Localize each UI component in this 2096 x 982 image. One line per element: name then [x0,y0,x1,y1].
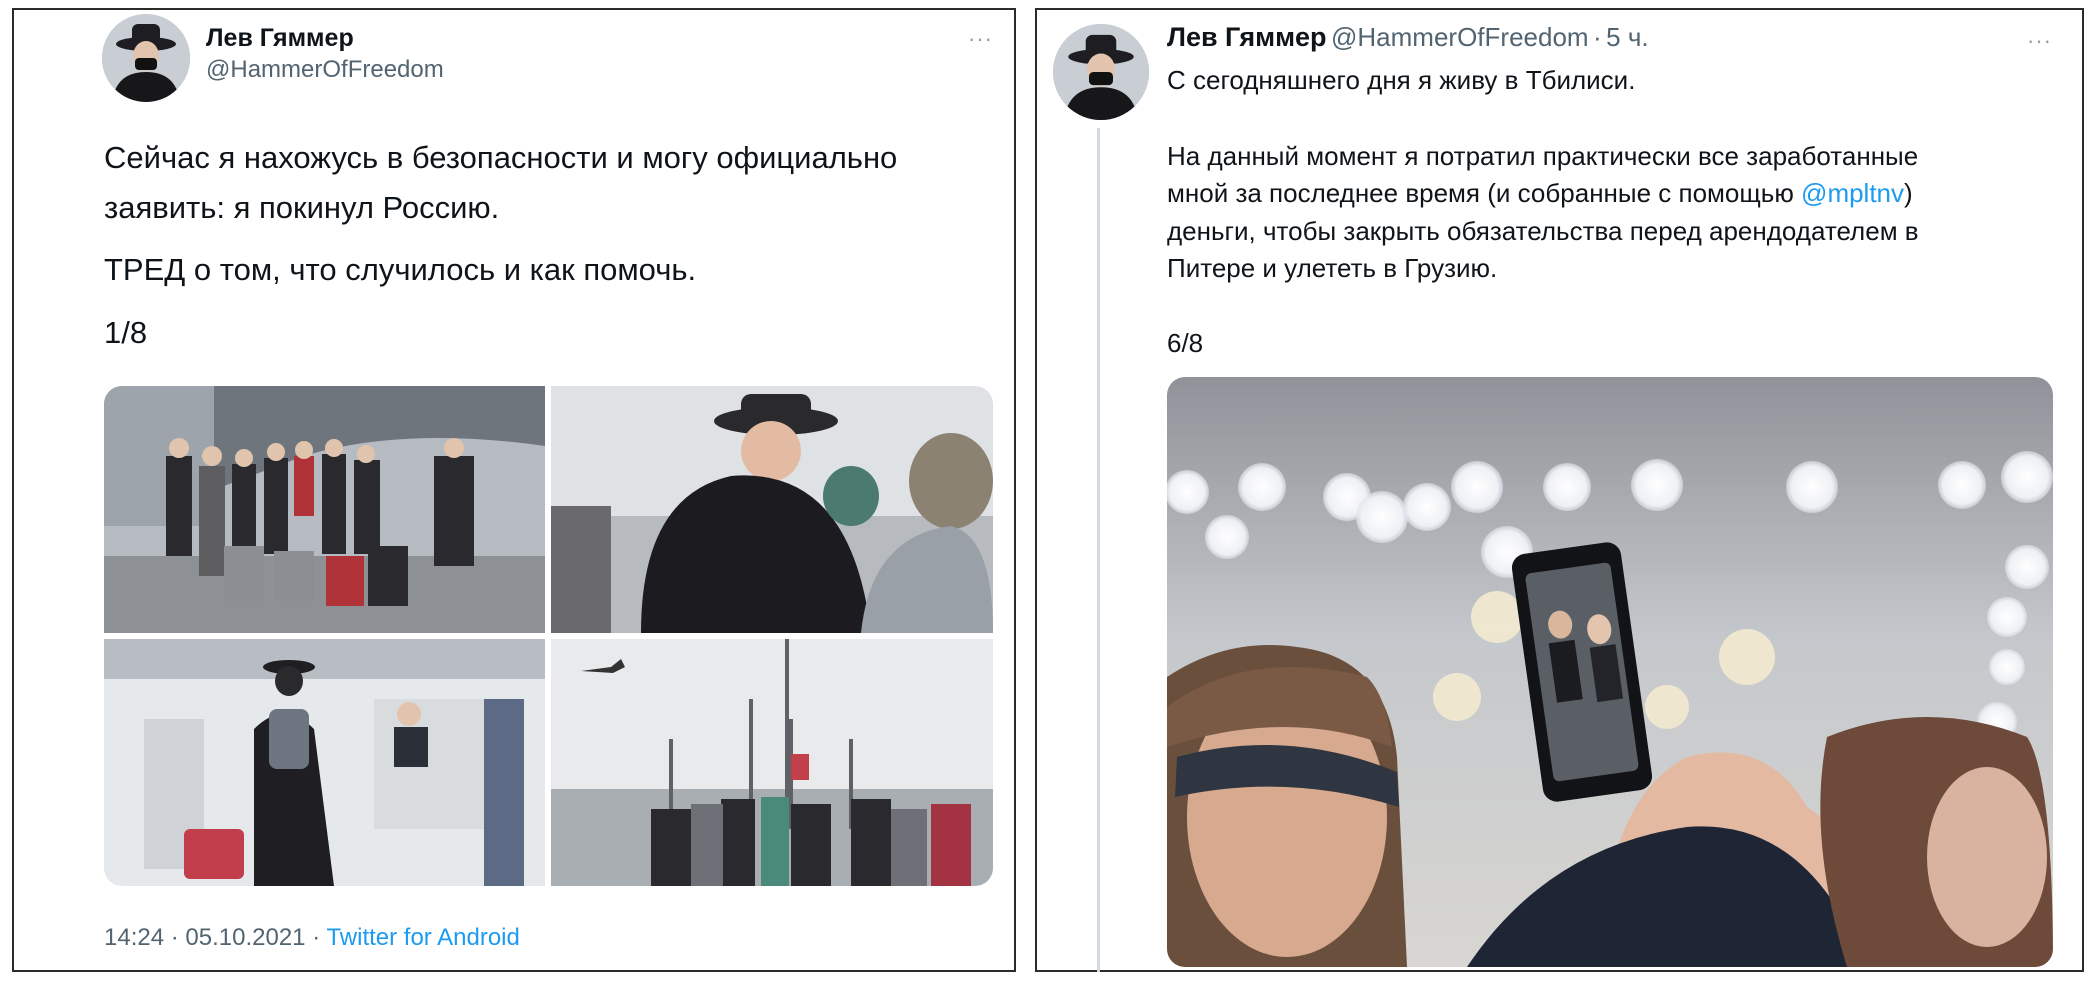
photo-grid [104,386,993,886]
mention-link[interactable]: @mpltnv [1801,178,1904,208]
thread-connector-line [1097,128,1100,972]
meta-separator: · [312,924,321,951]
tweet-time-ago[interactable]: 5 ч. [1606,22,1648,52]
tweet-time[interactable]: 14:24 [104,924,164,951]
tweet-text-line-2: На данный момент я потратил практически … [1167,141,1919,171]
more-options-icon[interactable]: ··· [968,26,993,52]
more-options-icon[interactable]: ··· [2027,28,2052,54]
text-fragment: мной за последнее время (и собранные с п… [1167,178,1802,208]
tweet-text-line-3: ТРЕД о том, что случилось и как помочь. [104,252,697,287]
tweet-text-line-4: деньги, чтобы закрыть обязательства пере… [1167,216,1919,246]
avatar-photo-icon [102,14,190,102]
meta-separator: · [170,924,179,951]
tweet-source-link[interactable]: Twitter for Android [326,924,519,951]
group-at-airport-photo[interactable] [104,386,545,633]
tweet-text-line-3: мной за последнее время (и собранные с п… [1167,175,1913,213]
header-separator: · [1593,22,1602,52]
avatar-photo-icon [1053,24,1149,120]
tweet-text-line-1: С сегодняшнего дня я живу в Тбилиси. [1167,65,1636,95]
passport-control-photo[interactable] [104,639,545,886]
tweet-card-left: Лев Гяммер @HammerOfFreedom ··· Сейчас я… [12,8,1016,972]
author-handle[interactable]: @HammerOfFreedom [1331,22,1589,52]
thread-counter: 6/8 [1167,328,1204,358]
tweet-card-right: Лев Гяммер @HammerOfFreedom · 5 ч. ··· С… [1035,8,2084,972]
tweet-text-line-1: Сейчас я нахожусь в безопасности и могу … [104,140,898,175]
tweet-date[interactable]: 05.10.2021 [185,924,305,951]
tweet-meta: 14:24 · 05.10.2021 · Twitter for Android [104,924,520,952]
phone-selfie-photo[interactable] [1167,377,2053,967]
author-name[interactable]: Лев Гяммер [1167,22,1327,52]
text-fragment: ) [1904,178,1913,208]
author-avatar[interactable] [102,14,190,102]
departing-plane-photo[interactable] [551,639,993,886]
tweet-header: Лев Гяммер @HammerOfFreedom · 5 ч. [1167,22,1649,53]
tweet-text-line-2: заявить: я покинул Россию. [104,190,500,225]
author-name[interactable]: Лев Гяммер [206,24,354,53]
author-handle[interactable]: @HammerOfFreedom [206,56,444,84]
author-avatar[interactable] [1053,24,1149,120]
tweet-text-line-5: Питере и улететь в Грузию. [1167,253,1498,283]
hug-photo[interactable] [551,386,993,633]
thread-counter: 1/8 [104,315,148,350]
